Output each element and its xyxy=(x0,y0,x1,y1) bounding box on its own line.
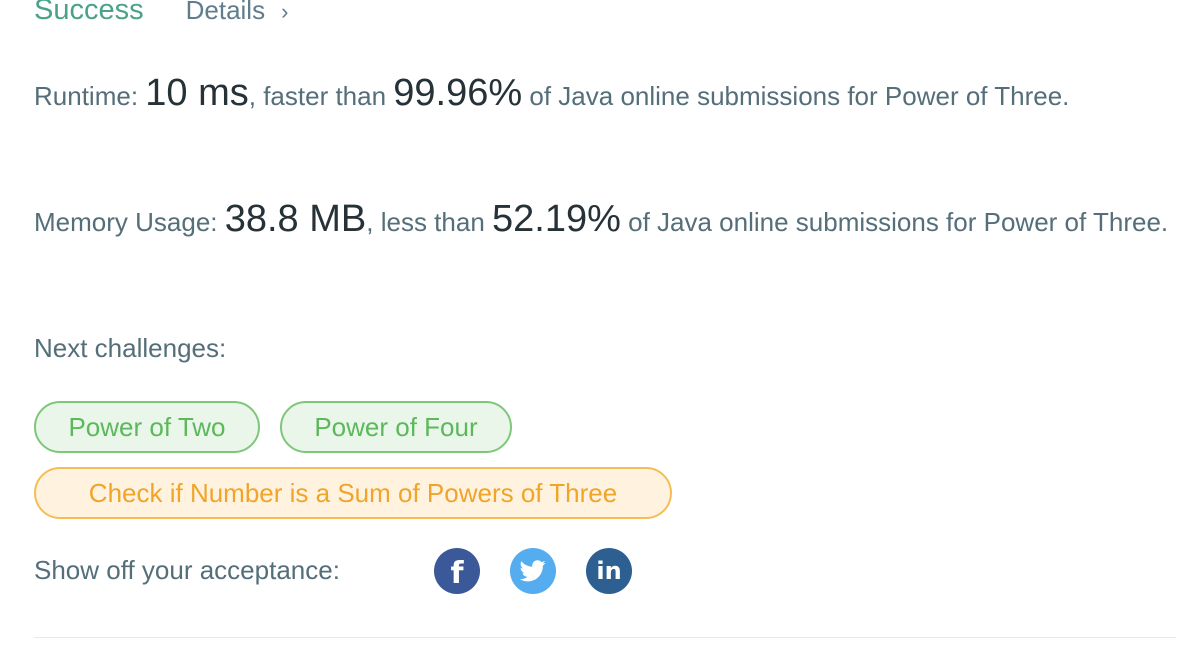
challenge-chip-power-of-four[interactable]: Power of Four xyxy=(280,401,512,453)
memory-value: 38.8 MB xyxy=(224,198,367,240)
challenge-title: Check if Number is a Sum of Powers of Th… xyxy=(88,477,618,508)
memory-suffix: of Java online submissions for Power of … xyxy=(620,207,1169,237)
runtime-label: Runtime: xyxy=(34,81,146,111)
challenge-chip-power-of-two[interactable]: Power of Two xyxy=(34,401,260,453)
challenge-title: Power of Two xyxy=(68,411,226,442)
memory-percent: 52.19% xyxy=(492,198,621,240)
runtime-percent: 99.96% xyxy=(393,72,523,114)
submission-header: Success Details › xyxy=(34,0,288,34)
divider xyxy=(34,637,1176,638)
next-challenges-label: Next challenges: xyxy=(34,333,227,363)
details-label: Details xyxy=(185,0,266,25)
status-label: Success xyxy=(34,0,144,26)
runtime-value: 10 ms xyxy=(145,72,249,114)
share-label: Show off your acceptance: xyxy=(34,555,340,585)
challenge-title: Power of Four xyxy=(314,411,478,442)
linkedin-glyph: in xyxy=(596,557,622,585)
memory-label: Memory Usage: xyxy=(34,207,225,237)
memory-stat: Memory Usage: 38.8 MB, less than 52.19% … xyxy=(34,198,1174,243)
details-link[interactable]: Details › xyxy=(186,0,289,26)
linkedin-icon[interactable]: in xyxy=(586,548,632,594)
memory-comparison: , less than xyxy=(366,207,492,237)
twitter-icon[interactable] xyxy=(510,548,556,594)
facebook-icon[interactable]: f xyxy=(434,548,480,594)
runtime-suffix: of Java online submissions for Power of … xyxy=(522,81,1070,111)
runtime-comparison: , faster than xyxy=(248,81,394,111)
chevron-right-icon: › xyxy=(281,0,289,24)
facebook-glyph: f xyxy=(450,555,464,591)
challenge-chip-sum-of-powers-of-three[interactable]: Check if Number is a Sum of Powers of Th… xyxy=(34,467,672,519)
twitter-bird-glyph xyxy=(520,560,546,582)
runtime-stat: Runtime: 10 ms, faster than 99.96% of Ja… xyxy=(34,72,1174,117)
